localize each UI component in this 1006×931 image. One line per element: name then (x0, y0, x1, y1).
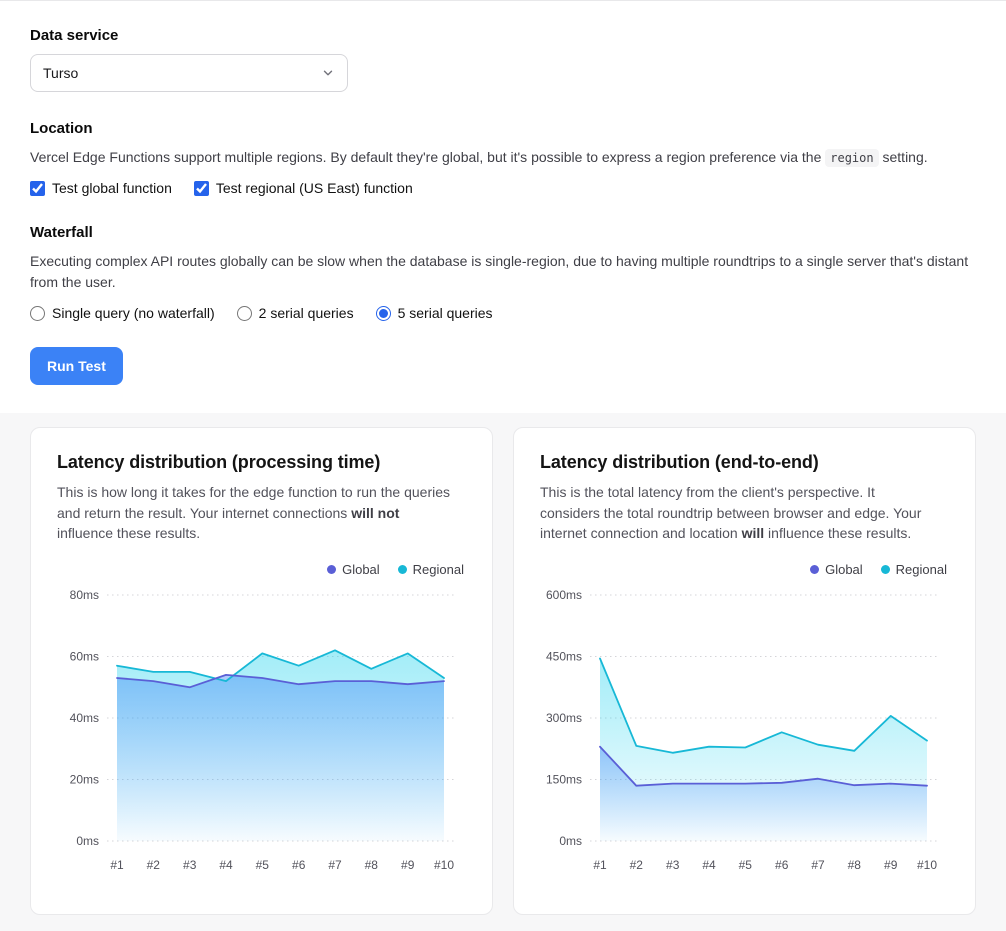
x-tick-label: #4 (702, 858, 716, 872)
radio-single-query[interactable]: Single query (no waterfall) (30, 305, 215, 321)
y-tick-label: 60ms (70, 649, 99, 663)
waterfall-heading: Waterfall (30, 224, 976, 241)
location-desc-text-before: Vercel Edge Functions support multiple r… (30, 149, 825, 165)
card-desc-bold: will (742, 525, 765, 541)
x-tick-label: #3 (666, 858, 680, 872)
x-tick-label: #4 (219, 858, 233, 872)
card-title-end-to-end: Latency distribution (end-to-end) (540, 452, 949, 473)
region-code-chip: region (825, 149, 878, 167)
latency-chart-processing-time: 0ms 20ms 40ms 60ms 80ms #1 #2 #3 #4 #5 #6 #7 #8 #9 #10 (57, 583, 462, 881)
legend-dot-icon (810, 565, 819, 574)
legend-item-global: Global (810, 562, 863, 577)
y-tick-label: 20ms (70, 772, 99, 786)
legend-dot-icon (327, 565, 336, 574)
legend-label: Regional (896, 562, 947, 577)
y-tick-label: 80ms (70, 588, 99, 602)
results-section: Latency distribution (processing time) T… (0, 413, 1006, 931)
card-desc-text-after: influence these results. (57, 525, 200, 541)
data-service-heading: Data service (30, 27, 976, 44)
controls-section: Data service Turso Location Vercel Edge … (0, 1, 1006, 413)
radio-2-serial-queries-label: 2 serial queries (259, 305, 354, 321)
waterfall-radio-row: Single query (no waterfall) 2 serial que… (30, 305, 976, 321)
checkbox-test-global-label: Test global function (52, 180, 172, 196)
y-tick-label: 300ms (546, 711, 582, 725)
radio-5-serial-queries[interactable]: 5 serial queries (376, 305, 493, 321)
y-tick-label: 150ms (546, 772, 582, 786)
y-tick-label: 0ms (76, 834, 99, 848)
legend-label: Global (342, 562, 380, 577)
radio-2-serial-queries[interactable]: 2 serial queries (237, 305, 354, 321)
card-title-processing-time: Latency distribution (processing time) (57, 452, 466, 473)
y-tick-label: 450ms (546, 649, 582, 663)
x-tick-label: #10 (917, 858, 937, 872)
x-tick-label: #5 (256, 858, 270, 872)
checkbox-test-regional-input[interactable] (194, 181, 209, 196)
location-checkbox-row: Test global function Test regional (US E… (30, 180, 976, 196)
chevron-down-icon (321, 66, 335, 80)
legend-dot-icon (881, 565, 890, 574)
card-description-end-to-end: This is the total latency from the clien… (540, 482, 936, 544)
checkbox-test-global-input[interactable] (30, 181, 45, 196)
legend-item-global: Global (327, 562, 380, 577)
chart-legend-processing-time: Global Regional (59, 562, 464, 577)
checkbox-test-regional[interactable]: Test regional (US East) function (194, 180, 413, 196)
checkbox-test-global[interactable]: Test global function (30, 180, 172, 196)
location-desc-text-after: setting. (879, 149, 928, 165)
y-tick-label: 600ms (546, 588, 582, 602)
x-tick-label: #7 (811, 858, 825, 872)
y-tick-label: 40ms (70, 711, 99, 725)
x-tick-label: #6 (775, 858, 789, 872)
latency-card-end-to-end: Latency distribution (end-to-end) This i… (513, 427, 976, 915)
radio-2-serial-queries-input[interactable] (237, 306, 252, 321)
legend-item-regional: Regional (398, 562, 464, 577)
radio-5-serial-queries-input[interactable] (376, 306, 391, 321)
checkbox-test-regional-label: Test regional (US East) function (216, 180, 413, 196)
x-tick-label: #3 (183, 858, 197, 872)
waterfall-description: Executing complex API routes globally ca… (30, 251, 976, 293)
card-desc-bold: will not (351, 505, 399, 521)
run-test-button[interactable]: Run Test (30, 347, 123, 385)
legend-item-regional: Regional (881, 562, 947, 577)
x-tick-label: #8 (365, 858, 379, 872)
data-service-selected-value: Turso (43, 65, 78, 81)
latency-card-processing-time: Latency distribution (processing time) T… (30, 427, 493, 915)
radio-single-query-label: Single query (no waterfall) (52, 305, 215, 321)
x-tick-label: #2 (147, 858, 161, 872)
radio-5-serial-queries-label: 5 serial queries (398, 305, 493, 321)
legend-label: Regional (413, 562, 464, 577)
x-tick-label: #1 (110, 858, 124, 872)
x-tick-label: #5 (739, 858, 753, 872)
location-heading: Location (30, 120, 976, 137)
x-tick-label: #1 (593, 858, 607, 872)
x-tick-label: #8 (848, 858, 862, 872)
x-tick-label: #10 (434, 858, 454, 872)
data-service-select[interactable]: Turso (30, 54, 348, 92)
y-tick-label: 0ms (559, 834, 582, 848)
chart-legend-end-to-end: Global Regional (542, 562, 947, 577)
legend-label: Global (825, 562, 863, 577)
card-description-processing-time: This is how long it takes for the edge f… (57, 482, 453, 544)
x-tick-label: #6 (292, 858, 306, 872)
location-description: Vercel Edge Functions support multiple r… (30, 147, 976, 168)
x-tick-label: #2 (630, 858, 644, 872)
radio-single-query-input[interactable] (30, 306, 45, 321)
latency-chart-end-to-end: 0ms 150ms 300ms 450ms 600ms #1 #2 #3 #4 #5 #6 #7 #8 #… (540, 583, 945, 881)
x-tick-label: #9 (401, 858, 415, 872)
legend-dot-icon (398, 565, 407, 574)
x-tick-label: #7 (328, 858, 342, 872)
global-area (117, 675, 444, 841)
x-tick-label: #9 (884, 858, 898, 872)
card-desc-text-after: influence these results. (764, 525, 911, 541)
